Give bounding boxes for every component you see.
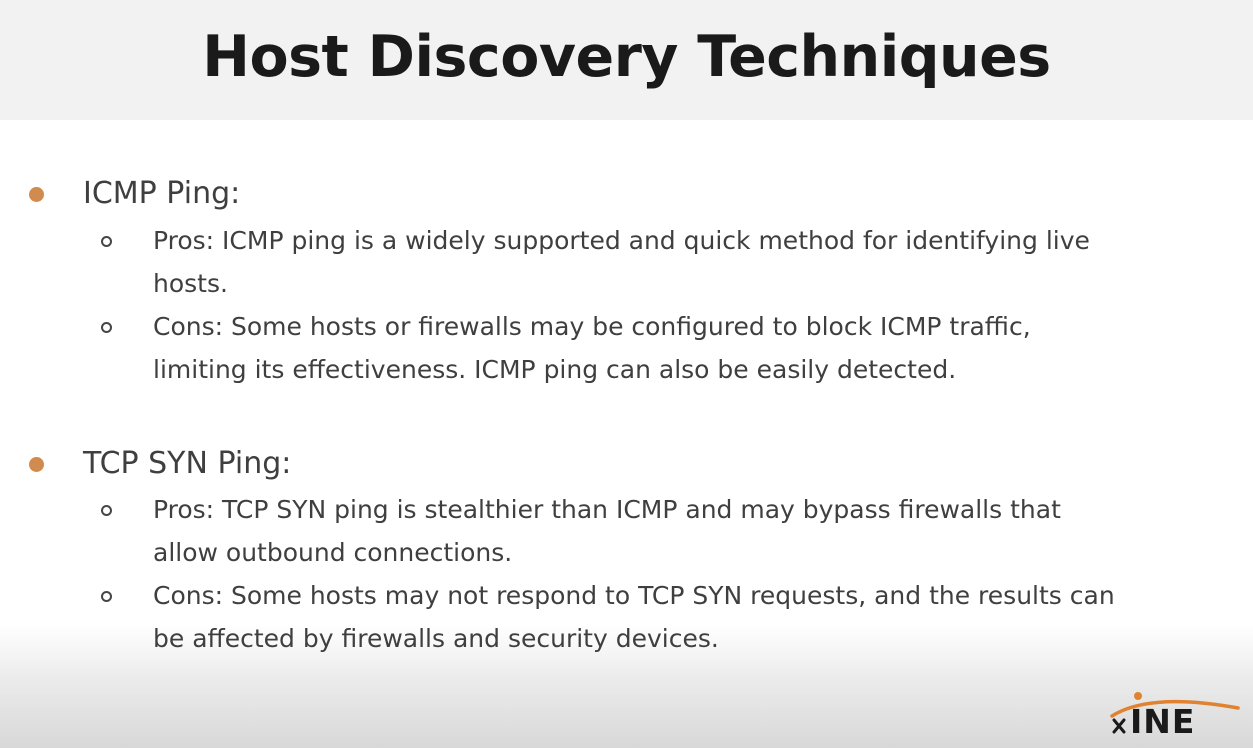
logo-text: INE xyxy=(1130,702,1195,738)
slide-content: ICMP Ping: Pros: ICMP ping is a widely s… xyxy=(0,120,1253,748)
slide-title: Host Discovery Techniques xyxy=(202,24,1051,90)
section-heading: ICMP Ping: xyxy=(83,176,241,211)
ine-logo-icon: INE xyxy=(1110,692,1240,741)
title-bar: Host Discovery Techniques xyxy=(0,0,1253,120)
bullet-dot-icon xyxy=(29,187,44,202)
sub-bullet-circle-icon xyxy=(101,591,112,602)
sub-bullet-text-line: Pros: ICMP ping is a widely supported an… xyxy=(153,226,1090,255)
sub-bullet-circle-icon xyxy=(101,236,112,247)
sub-bullet-circle-icon xyxy=(101,505,112,516)
sub-bullet-text-line: limiting its effectiveness. ICMP ping ca… xyxy=(153,355,957,384)
ine-logo: INE xyxy=(1110,686,1245,741)
sub-bullet-text-line: hosts. xyxy=(153,269,228,298)
sub-bullet-text-line: Cons: Some hosts may not respond to TCP … xyxy=(153,581,1115,610)
sub-bullet-text-line: Pros: TCP SYN ping is stealthier than IC… xyxy=(153,495,1061,524)
section-heading: TCP SYN Ping: xyxy=(83,446,292,481)
sub-bullet-text-line: be affected by firewalls and security de… xyxy=(153,624,719,653)
sub-bullet-text-line: allow outbound connections. xyxy=(153,538,513,567)
sub-bullet-circle-icon xyxy=(101,322,112,333)
bullet-dot-icon xyxy=(29,457,44,472)
sub-bullet-text-line: Cons: Some hosts or firewalls may be con… xyxy=(153,312,1031,341)
